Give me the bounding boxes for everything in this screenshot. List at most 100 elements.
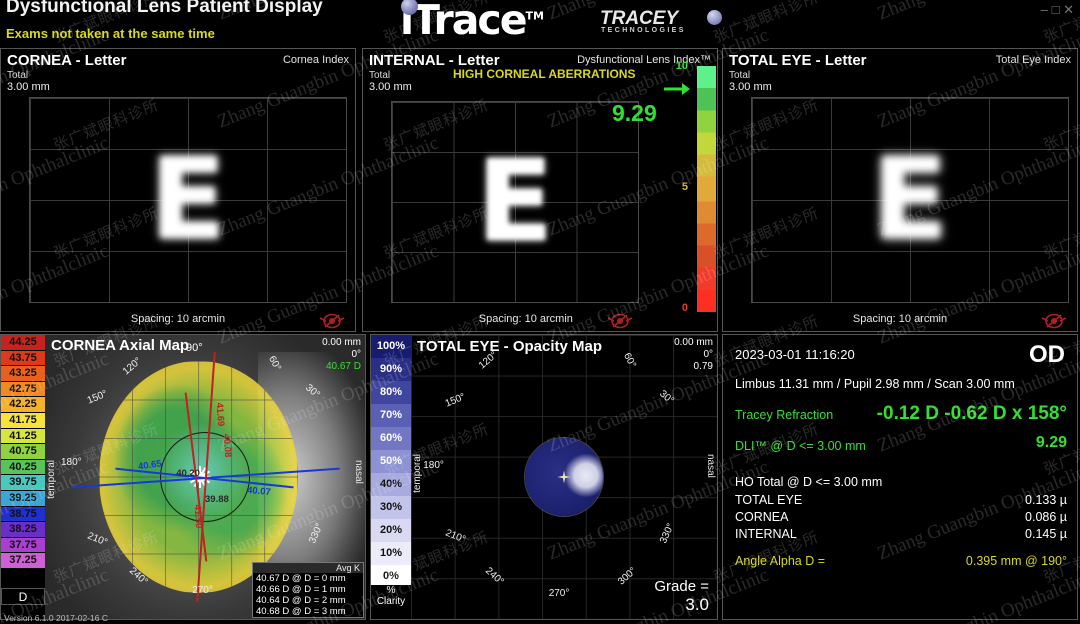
avg-k-row: 40.68 D @ D = 3 mm [256,606,346,617]
high-corneal-aberrations-warning: HIGH CORNEAL ABERRATIONS [453,67,636,81]
avg-k-row: 40.64 D @ D = 2 mm [256,595,346,606]
axial-scale-row: 44.25 [1,335,45,351]
page-title: Dysfunctional Lens Patient Display [6,0,323,17]
axial-power-2: 40.20 [176,468,200,480]
grade-label: Grade = [654,578,709,595]
dli-color-bar [697,66,716,312]
tracey-refraction-label: Tracey Refraction [735,408,834,422]
angle-alpha-value: 0.395 mm @ 190° [965,554,1067,568]
axial-temporal-label: temporal [46,459,57,499]
cornea-letter-glyph: E [149,135,227,265]
axial-scale-row: 42.25 [1,397,45,413]
opacity-temporal-label: temporal [412,454,423,494]
ho-total-eye-value: 0.133 µ [1025,493,1067,507]
opacity-color-scale: 100% 90% 80% 70% 60% 50% 40% 30% 20% 10% 0% [371,335,411,619]
axial-scale-row: 39.25 [1,491,45,507]
itrace-patient-display: Dysfunctional Lens Patient Display Exams… [0,0,1080,624]
opacity-scale-row: 60% [371,427,411,451]
opacity-corner-value: 0.79 [693,361,713,372]
cornea-letter-title: CORNEA - Letter [7,52,127,69]
internal-letter-plot: E [391,101,639,303]
avg-k-row: 40.66 D @ D = 1 mm [256,584,346,595]
total-eye-index-label: Total Eye Index [995,54,1071,66]
patient-info-panel: 2023-03-01 11:16:20 OD Limbus 11.31 mm /… [722,334,1078,620]
version-label: Version 6.1.0 2017-02-16 C [4,613,108,623]
opacity-plot: temporal nasal 120° 150° 180° 210° 240° … [411,335,717,619]
opacity-nasal-label: nasal [705,454,716,479]
total-eye-letter-panel: TOTAL EYE - Letter Total Eye Index Total… [722,48,1078,332]
axial-scale-row: 41.75 [1,413,45,429]
axial-power-4: 39.88 [205,494,229,506]
axial-deg-180: 180° [61,457,82,469]
brand-logo: iTraceTM TRACEY TECHNOLOGIES [400,0,722,44]
axial-scale-row: 38.25 [1,522,45,538]
axial-map-title: CORNEA Axial Map [51,337,190,354]
opacity-scale-row: 90% [371,358,411,382]
ho-total-header: HO Total @ D <= 3.00 mm [735,475,883,489]
axial-scale-row: 40.75 [1,444,45,460]
cornea-letter-panel: CORNEA - Letter Cornea Index Total 3.00 … [0,48,356,332]
cornea-letter-spacing: Spacing: 10 arcmin [130,313,226,325]
eye-designation: OD [1029,341,1065,368]
opacity-map-panel: 100% 90% 80% 70% 60% 50% 40% 30% 20% 10% 0% % Clar… [370,334,718,620]
axial-power-7: 41.50 [191,504,205,529]
axial-map-image: temporal nasal 120° 150° 180° 210° 240° … [45,335,365,619]
axial-deg-270: 270° [192,584,213,596]
ho-internal-value: 0.145 µ [1025,527,1067,541]
opacity-scale-row: 50% [371,450,411,474]
window-controls[interactable]: – □ ✕ [1041,2,1074,18]
avg-k-title: Avg K [253,563,363,573]
axial-corner-mm: 0.00 mm [322,337,361,348]
avg-k-box: Avg K 40.67 D @ D = 0 mm 40.66 D @ D = 1… [252,562,364,618]
dli-scale-mid-label: 5 [681,181,688,193]
internal-letter-glyph: E [476,137,554,267]
internal-letter-sub-label: Total [369,70,391,81]
axial-scale-row: 40.25 [1,459,45,476]
internal-letter-spacing: Spacing: 10 arcmin [478,313,573,325]
opacity-scale-row: 30% [371,496,411,520]
axial-scale-row: 37.25 [1,553,45,569]
cornea-letter-sub-value: 3.00 mm [7,81,50,93]
axial-power-5: 41.69 [213,402,227,427]
dli-label: DLI™ @ D <= 3.00 mm [735,439,866,453]
cornea-axial-map-panel: 44.25 43.75 43.25 42.75 42.25 41.75 41.25 40.75… [0,334,366,620]
axial-power-6: 40.08 [220,433,233,458]
opacity-scale-row: 10% [371,542,411,566]
internal-letter-sub-value: 3.00 mm [369,81,412,93]
total-eye-letter-sub-value: 3.00 mm [729,81,772,93]
opacity-scale-clarity-label: Clarity [376,596,406,607]
opacity-scale-row: 40% [371,473,411,497]
axial-scale-row: 42.75 [1,381,45,398]
total-eye-letter-plot: E [751,97,1069,303]
ho-internal-label: INTERNAL [735,527,797,541]
opacity-scale-unit: % [386,585,396,596]
angle-alpha-label: Angle Alpha D = [735,554,825,568]
dli-panel-value: 9.29 [1035,434,1067,451]
itrace-logo: iTraceTM [400,0,544,44]
total-eye-letter-title: TOTAL EYE - Letter [729,52,867,69]
app-header: Dysfunctional Lens Patient Display Exams… [0,0,1080,46]
pupil-center-crosshair-icon [557,470,571,484]
opacity-scale-footer: % Clarity [371,585,411,619]
axial-scale-row: 39.75 [1,475,45,491]
axial-map-color-scale: 44.25 43.75 43.25 42.75 42.25 41.75 41.25 40.75… [1,335,45,619]
ocular-measurements: Limbus 11.31 mm / Pupil 2.98 mm / Scan 3… [735,377,1015,391]
axial-scale-row: 38.75 [1,506,45,523]
crossed-eye-icon [319,313,345,329]
crossed-eye-icon [607,313,633,329]
axial-scale-row: 43.25 [1,366,45,382]
axial-scale-row: 41.25 [1,428,45,445]
cornea-letter-plot: E [29,97,347,303]
dli-scale-top-label: 10 [675,60,688,72]
exam-warning-text: Exams not taken at the same time [6,26,215,41]
dysfunctional-lens-index-label: Dysfunctional Lens Index™ [577,54,711,66]
dli-value-display: 9.29 [612,100,657,126]
opacity-deg-180: 180° [423,459,444,471]
axial-corner-power: 40.67 D [325,361,361,372]
axial-power-3: 40.07 [246,484,271,498]
axial-scale-unit: D [1,588,45,605]
opacity-scale-row: 70% [371,404,411,428]
tracey-logo-dot [707,10,722,25]
itrace-logo-tm: TM [525,9,544,23]
total-eye-letter-glyph: E [871,135,949,265]
